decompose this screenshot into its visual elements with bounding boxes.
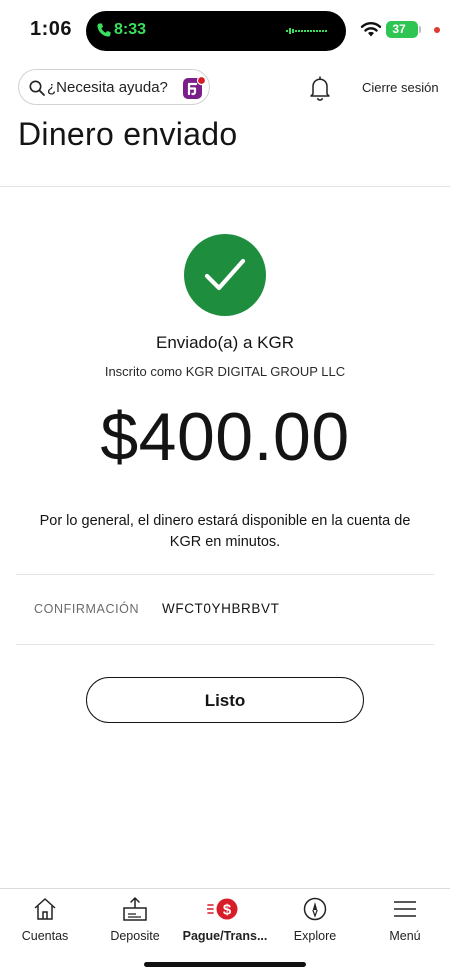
status-time: 1:06 — [30, 18, 73, 40]
recipient-heading: Enviado(a) a KGR — [156, 333, 294, 352]
done-button[interactable]: Listo — [86, 677, 364, 723]
audio-waveform-icon — [286, 28, 327, 34]
tab-pay-transfer[interactable]: $ Pague/Trans... — [180, 893, 270, 949]
recipient-enrolled-name: Inscrito como KGR DIGITAL GROUP LLC — [104, 364, 346, 379]
battery-indicator: 37 — [386, 21, 418, 38]
deposit-icon — [123, 896, 147, 921]
search-icon — [29, 80, 45, 96]
battery-tip — [419, 26, 421, 33]
battery-level: 37 — [392, 22, 406, 36]
section-divider — [16, 574, 434, 575]
confirmation-label: CONFIRMACIÓN — [34, 602, 140, 616]
svg-text:$: $ — [223, 902, 232, 919]
call-duration: 8:33 — [114, 21, 147, 38]
call-indicator[interactable]: 8:33 — [86, 11, 346, 51]
hamburger-menu-icon — [394, 901, 416, 917]
compass-icon — [303, 897, 327, 921]
tab-label: Explore — [293, 929, 337, 943]
header-divider — [0, 186, 450, 187]
home-icon — [34, 898, 56, 920]
help-search-bar[interactable]: ¿Necesita ayuda? — [18, 69, 210, 105]
phone-icon — [97, 23, 111, 37]
sent-amount: $400.00 — [100, 399, 350, 475]
recording-dot-icon — [434, 27, 440, 33]
sign-out-link[interactable]: Cierre sesión — [362, 80, 439, 95]
wifi-icon — [360, 22, 382, 37]
tab-explore[interactable]: Explore — [270, 893, 360, 949]
tab-menu[interactable]: Menú — [360, 893, 450, 949]
tab-accounts[interactable]: Cuentas — [0, 893, 90, 949]
tab-label: Pague/Trans... — [182, 929, 268, 943]
notifications-bell-icon[interactable] — [309, 75, 331, 101]
tab-label: Menú — [389, 929, 421, 943]
search-placeholder: ¿Necesita ayuda? — [47, 79, 168, 96]
availability-note: Por lo general, el dinero estará disponi… — [39, 513, 411, 550]
pay-transfer-icon: $ — [207, 898, 238, 920]
success-check-icon — [184, 234, 266, 316]
tab-deposit[interactable]: Deposite — [90, 893, 180, 949]
page-title: Dinero enviado — [18, 116, 238, 152]
home-indicator[interactable] — [144, 962, 306, 967]
fargo-assistant-icon[interactable] — [181, 75, 207, 101]
tab-label: Cuentas — [21, 929, 69, 943]
status-bar: 1:06 8:33 37 — [0, 0, 450, 62]
money-sent-screen: 1:06 8:33 37 ¿Necesita ayuda? Cierre ses… — [0, 0, 450, 976]
confirmation-code: WFCT0YHBRBVT — [162, 601, 280, 616]
checkmark-icon — [204, 258, 246, 291]
section-divider — [16, 644, 434, 645]
tab-label: Deposite — [110, 929, 160, 943]
